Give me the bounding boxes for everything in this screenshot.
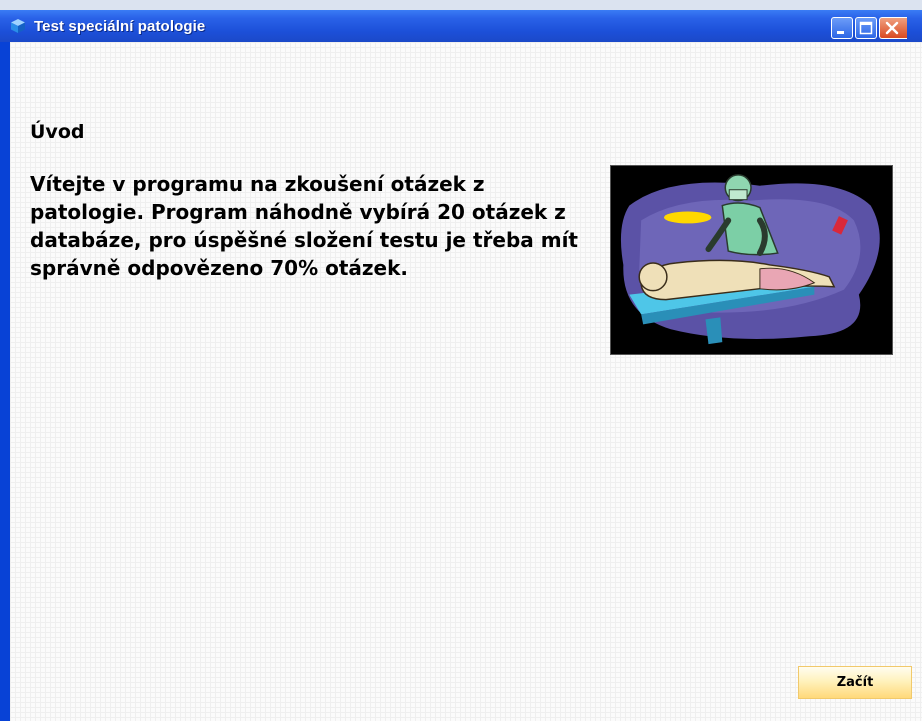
section-heading: Úvod — [30, 121, 85, 143]
maximize-icon — [859, 21, 873, 35]
close-icon — [885, 21, 899, 35]
dialog-body: Úvod Vítejte v programu na zkoušení otáz… — [10, 42, 922, 721]
start-button[interactable]: Začít — [798, 666, 912, 699]
window-title: Test speciální patologie — [34, 18, 206, 35]
minimize-icon — [837, 31, 844, 34]
intro-text: Vítejte v programu na zkoušení otázek z … — [30, 172, 578, 280]
blue-cube-icon — [11, 19, 25, 33]
title-bar[interactable]: Test speciální patologie — [0, 0, 922, 42]
close-button[interactable] — [879, 17, 907, 39]
minimize-button[interactable] — [831, 17, 853, 39]
maximize-button[interactable] — [855, 17, 877, 39]
autopsy-illustration — [610, 165, 893, 355]
app-window: Test speciální patologie Úvod Vítejte v … — [0, 0, 922, 721]
